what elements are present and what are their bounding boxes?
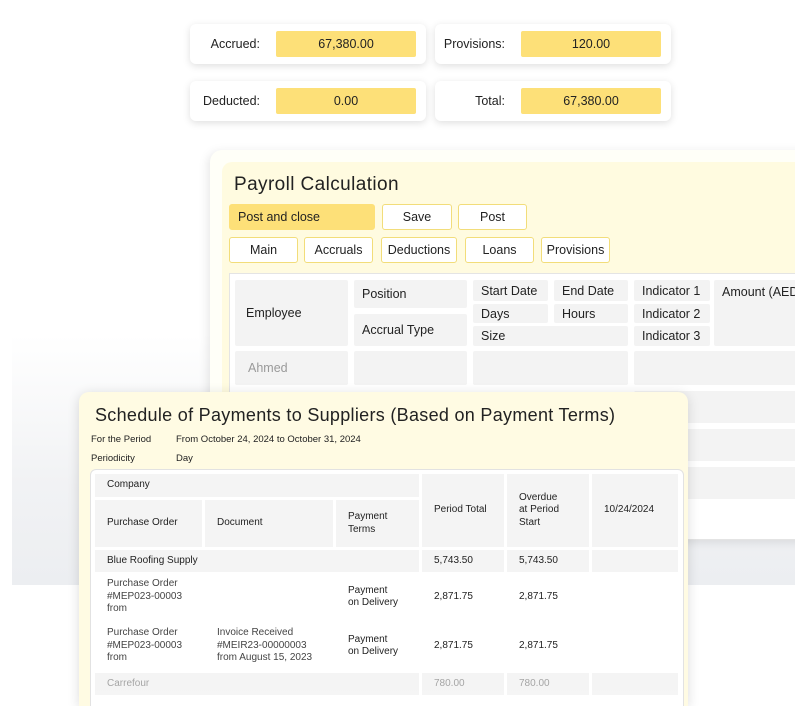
col-size[interactable]: Size — [473, 326, 628, 346]
col-indicator-2[interactable]: Indicator 2 — [634, 304, 710, 323]
table-fade-overlay — [91, 688, 683, 706]
periodicity-label: Periodicity — [91, 453, 135, 464]
company-row-overdue: 5,743.50 — [507, 550, 589, 572]
table-row-po[interactable]: Purchase Order #MEP023-00003 from — [95, 575, 202, 619]
header-company: Company — [95, 474, 419, 497]
tab-accruals[interactable]: Accruals — [304, 237, 373, 263]
col-hours[interactable]: Hours — [554, 304, 628, 323]
deducted-value: 0.00 — [276, 88, 416, 114]
tab-loans[interactable]: Loans — [465, 237, 534, 263]
header-payment-terms: Payment Terms — [336, 500, 419, 547]
summary-deducted: Deducted: 0.00 — [190, 81, 426, 121]
col-amount[interactable]: Amount (AED) — [714, 280, 795, 346]
table-row-po[interactable]: Purchase Order #MEP023-00003 from — [95, 622, 202, 670]
col-days[interactable]: Days — [473, 304, 548, 323]
company-row-name[interactable]: Blue Roofing Supply — [95, 550, 419, 572]
table-row-employee[interactable]: Ahmed — [235, 351, 348, 385]
header-date: 10/24/2024 — [592, 474, 678, 547]
post-and-close-button[interactable]: Post and close — [229, 204, 375, 230]
periodicity-value: Day — [176, 453, 193, 464]
post-button[interactable]: Post — [458, 204, 527, 230]
col-employee[interactable]: Employee — [235, 280, 348, 346]
header-overdue: Overdue at Period Start — [507, 474, 589, 547]
table-row-document[interactable]: Invoice Received #MEIR23-00000003 from A… — [205, 622, 333, 670]
period-value: From October 24, 2024 to October 31, 202… — [176, 434, 361, 445]
tab-main[interactable]: Main — [229, 237, 298, 263]
summary-accrued: Accrued: 67,380.00 — [190, 24, 426, 64]
report-table: Company Purchase Order Document Payment … — [90, 469, 684, 706]
table-row-period-total: 2,871.75 — [422, 622, 504, 670]
header-period-total: Period Total — [422, 474, 504, 547]
tab-deductions[interactable]: Deductions — [381, 237, 457, 263]
provisions-label: Provisions: — [443, 37, 505, 51]
table-row-terms: Payment on Delivery — [336, 622, 419, 670]
save-button[interactable]: Save — [382, 204, 452, 230]
accrued-label: Accrued: — [210, 37, 260, 51]
col-indicator-3[interactable]: Indicator 3 — [634, 326, 710, 346]
schedule-report: Schedule of Payments to Suppliers (Based… — [79, 392, 688, 706]
header-document: Document — [205, 500, 333, 547]
company-row-period-total: 5,743.50 — [422, 550, 504, 572]
table-row-cell[interactable] — [634, 351, 795, 385]
company-row-date — [592, 550, 678, 572]
total-label: Total: — [475, 94, 505, 108]
col-start-date[interactable]: Start Date — [473, 280, 548, 301]
col-position[interactable]: Position — [354, 280, 467, 308]
total-value: 67,380.00 — [521, 88, 661, 114]
summary-total: Total: 67,380.00 — [435, 81, 671, 121]
table-row-overdue: 2,871.75 — [507, 575, 589, 619]
page-title: Payroll Calculation — [234, 174, 399, 195]
deducted-label: Deducted: — [203, 94, 260, 108]
table-row-date — [592, 622, 678, 670]
col-indicator-1[interactable]: Indicator 1 — [634, 280, 710, 301]
table-row-period-total: 2,871.75 — [422, 575, 504, 619]
table-row-overdue: 2,871.75 — [507, 622, 589, 670]
tab-provisions[interactable]: Provisions — [541, 237, 610, 263]
table-row-document[interactable] — [205, 575, 333, 619]
table-row-date — [592, 575, 678, 619]
provisions-value: 120.00 — [521, 31, 661, 57]
table-row-cell[interactable] — [473, 351, 628, 385]
accrued-value: 67,380.00 — [276, 31, 416, 57]
header-purchase-order: Purchase Order — [95, 500, 202, 547]
summary-provisions: Provisions: 120.00 — [435, 24, 671, 64]
col-end-date[interactable]: End Date — [554, 280, 628, 301]
table-row-cell[interactable] — [354, 351, 467, 385]
col-accrual-type[interactable]: Accrual Type — [354, 314, 467, 346]
table-row-terms: Payment on Delivery — [336, 575, 419, 619]
period-label: For the Period — [91, 434, 152, 445]
report-title: Schedule of Payments to Suppliers (Based… — [95, 405, 616, 425]
